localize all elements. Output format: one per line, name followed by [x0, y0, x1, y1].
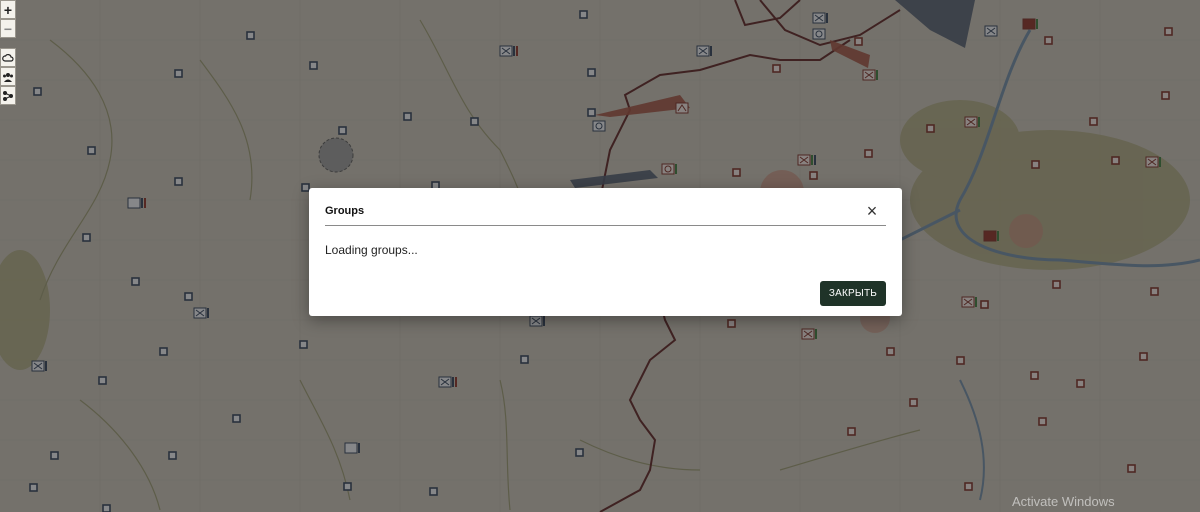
- loading-message: Loading groups...: [325, 243, 418, 257]
- dialog-divider: [325, 225, 886, 226]
- groups-dialog: Groups × Loading groups... ЗАКРЫТЬ: [309, 188, 902, 316]
- close-icon[interactable]: ×: [864, 202, 880, 220]
- units-button[interactable]: [0, 67, 16, 86]
- zoom-in-button[interactable]: +: [0, 0, 16, 19]
- dialog-title: Groups: [325, 205, 365, 217]
- activation-watermark: Activate Windows: [1012, 494, 1115, 509]
- layers-button[interactable]: [0, 86, 16, 105]
- zoom-out-button[interactable]: −: [0, 19, 16, 38]
- units-icon: [3, 72, 13, 82]
- map-controls: + −: [0, 0, 16, 105]
- layers-icon: [3, 90, 13, 101]
- weather-button[interactable]: [0, 48, 16, 67]
- weather-icon: [2, 53, 14, 62]
- close-button[interactable]: ЗАКРЫТЬ: [820, 281, 886, 306]
- controls-gap: [0, 38, 16, 48]
